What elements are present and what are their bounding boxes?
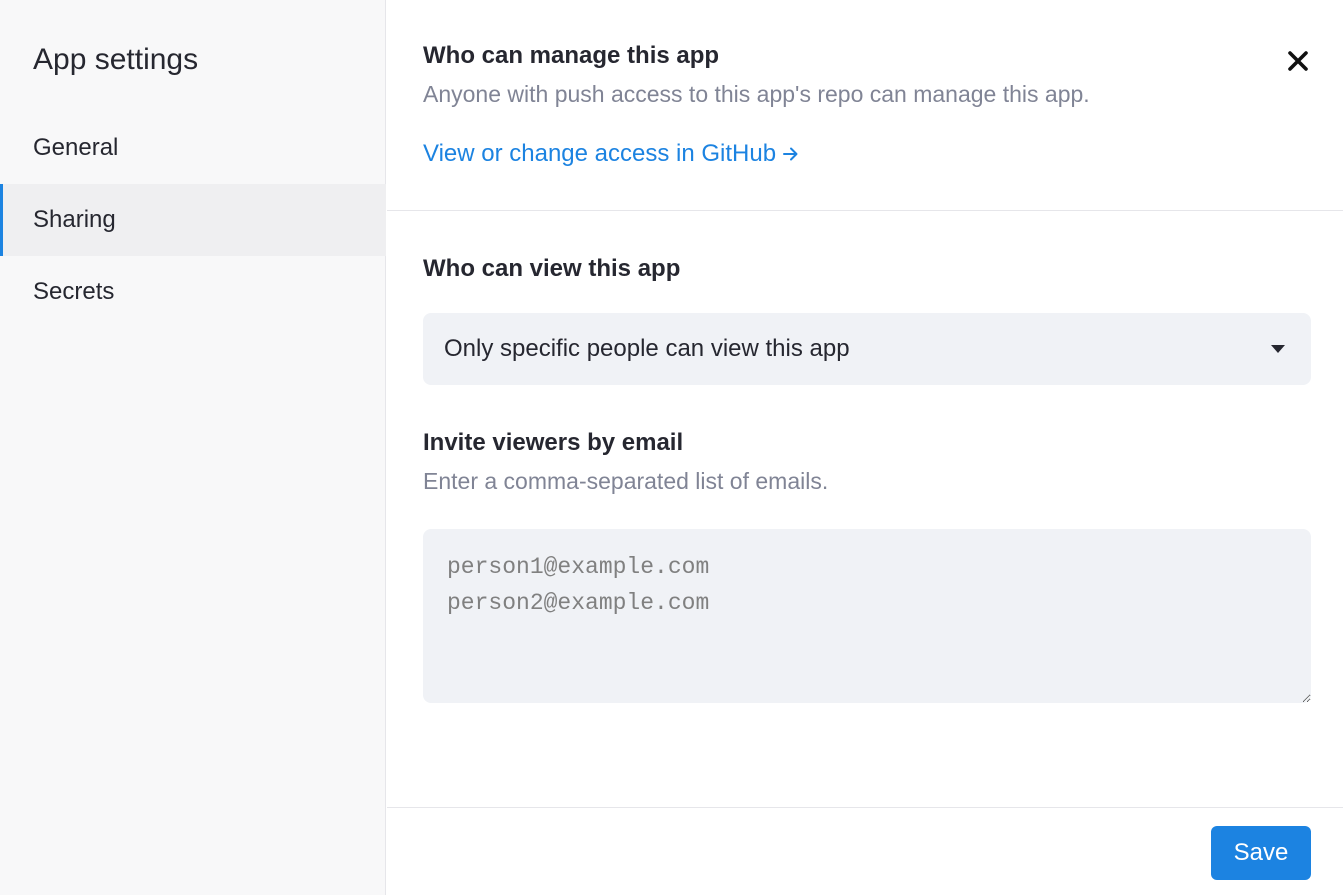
view-access-heading: Who can view this app xyxy=(423,255,681,282)
invite-heading: Invite viewers by email xyxy=(423,429,684,456)
arrow-right-icon xyxy=(782,140,800,172)
settings-sidebar: App settings General Sharing Secrets xyxy=(0,0,386,895)
invite-description: Enter a comma-separated list of emails. xyxy=(423,468,829,494)
sidebar-item-general[interactable]: General xyxy=(0,112,386,184)
sidebar-item-sharing[interactable]: Sharing xyxy=(0,184,386,256)
manage-heading: Who can manage this app xyxy=(423,42,720,69)
view-access-select[interactable]: Only specific people can view this app xyxy=(423,313,1311,385)
caret-down-icon xyxy=(1271,345,1285,353)
sidebar-item-secrets[interactable]: Secrets xyxy=(0,256,386,328)
github-access-link[interactable]: View or change access in GitHub xyxy=(423,138,800,172)
manage-description: Anyone with push access to this app's re… xyxy=(423,81,1090,107)
invite-email-textarea[interactable] xyxy=(423,529,1311,703)
sidebar-title: App settings xyxy=(33,43,199,76)
save-button[interactable]: Save xyxy=(1211,826,1311,880)
dialog-footer: Save xyxy=(387,807,1343,895)
close-icon[interactable] xyxy=(1283,46,1313,76)
manage-access-section: Who can manage this app Anyone with push… xyxy=(387,0,1343,211)
settings-content: Who can manage this app Anyone with push… xyxy=(387,0,1343,895)
view-access-select-value: Only specific people can view this app xyxy=(444,335,850,362)
app-settings-dialog: App settings General Sharing Secrets Who… xyxy=(0,0,1343,895)
github-link-label: View or change access in GitHub xyxy=(423,140,777,167)
settings-nav: General Sharing Secrets xyxy=(0,112,386,328)
